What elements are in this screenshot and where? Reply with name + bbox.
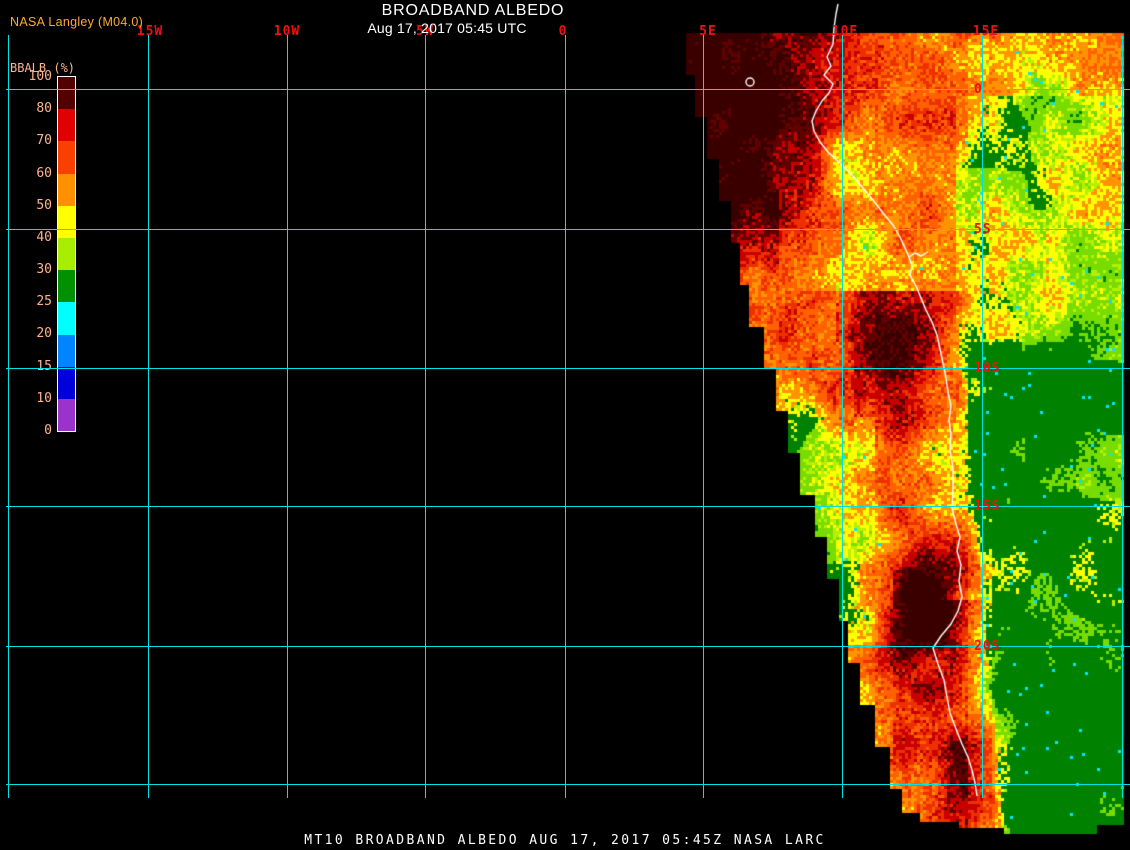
lat-label-20S: 20S <box>974 639 1001 654</box>
colorbar-segment-8 <box>58 334 75 367</box>
lat-label-5S: 5S <box>974 222 992 237</box>
colorbar-scale <box>57 76 76 432</box>
lat-grid-line <box>6 229 1130 230</box>
lat-label-10S: 10S <box>974 361 1001 376</box>
colorbar-segment-9 <box>58 366 75 399</box>
lat-grid-line <box>6 89 1130 90</box>
colorbar-segment-7 <box>58 302 75 335</box>
lon-grid-line <box>703 35 704 798</box>
lat-label-0: 0 <box>974 82 983 97</box>
lon-grid-line <box>425 35 426 798</box>
lat-grid-line <box>6 784 1130 785</box>
source-label: NASA Langley (M04.0) <box>10 15 144 29</box>
lat-grid-line <box>6 646 1130 647</box>
lon-grid-line <box>565 35 566 798</box>
colorbar-segment-3 <box>58 173 75 206</box>
lon-label-10W: 10W <box>273 24 301 39</box>
lat-grid-line <box>6 368 1130 369</box>
colorbar-segment-5 <box>58 237 75 271</box>
colorbar-segment-0 <box>58 77 75 110</box>
lat-grid-line <box>6 506 1130 507</box>
lon-label-10E: 10E <box>831 24 859 39</box>
lon-grid-line <box>842 35 843 798</box>
footer-caption: MT10 BROADBAND ALBEDO AUG 17, 2017 05:45… <box>304 833 826 848</box>
lon-grid-line <box>8 35 9 798</box>
colorbar-segment-2 <box>58 141 75 174</box>
lon-label-0: 0 <box>558 24 568 39</box>
lon-label-5E: 5E <box>699 24 717 39</box>
lon-grid-line <box>287 35 288 798</box>
lon-grid-line <box>1122 35 1123 798</box>
colorbar-segment-10 <box>58 398 75 432</box>
colorbar-segment-6 <box>58 270 75 303</box>
page-title: BROADBAND ALBEDO <box>381 2 565 19</box>
colorbar-segment-1 <box>58 109 75 142</box>
timestamp-label: Aug 17, 2017 05:45 UTC <box>367 20 527 36</box>
colorbar-segment-4 <box>58 205 75 238</box>
lon-grid-line <box>982 35 983 798</box>
lon-label-15E: 15E <box>972 24 1000 39</box>
albedo-product-screen: NASA Langley (M04.0) BROADBAND ALBEDO Au… <box>0 0 1130 850</box>
lon-grid-line <box>148 35 149 798</box>
lat-label-15S: 15S <box>974 499 1001 514</box>
